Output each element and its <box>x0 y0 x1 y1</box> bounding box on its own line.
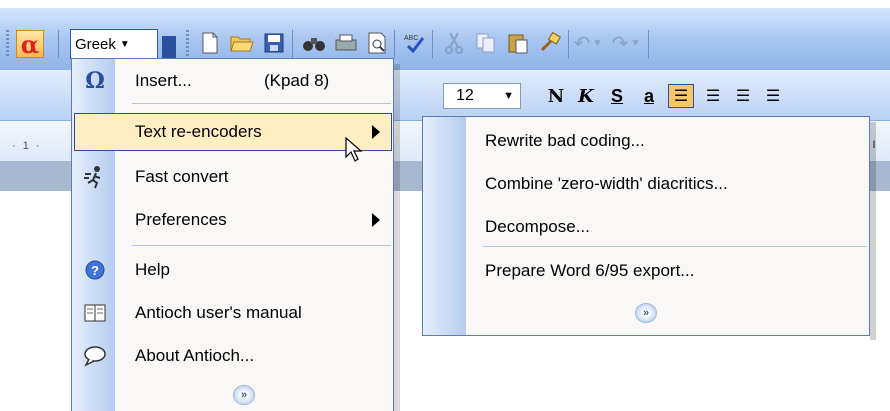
menu-separator <box>132 245 391 246</box>
submenu-arrow-icon <box>372 125 380 139</box>
paste-icon[interactable] <box>504 29 532 57</box>
antioch-menu: Ω Insert... (Kpad 8) Text re-encoders Fa… <box>71 58 394 411</box>
character-format-button[interactable]: a <box>638 83 660 109</box>
menu-item-preferences[interactable]: Preferences <box>72 199 394 241</box>
copy-icon[interactable] <box>472 29 500 57</box>
mouse-pointer-icon <box>345 137 363 162</box>
toolbar-grip[interactable] <box>6 30 9 58</box>
menu-item-label: Insert... <box>135 71 192 90</box>
submenu-item-decompose[interactable]: Decompose... <box>423 207 869 247</box>
save-icon[interactable] <box>260 29 288 57</box>
menu-item-label: Fast convert <box>135 167 229 186</box>
font-size-value: 12 <box>456 87 474 104</box>
menu-item-help[interactable]: ? Help <box>72 249 394 291</box>
bold-button[interactable]: N <box>545 83 567 109</box>
toolbar-grip[interactable] <box>186 30 189 58</box>
menu-item-label: Text re-encoders <box>135 122 262 141</box>
language-value: Greek <box>75 35 116 53</box>
antioch-alpha-button[interactable]: α <box>16 29 44 59</box>
expand-menu-icon[interactable]: » <box>233 385 255 405</box>
submenu-item-combine-diacritics[interactable]: Combine 'zero-width' diacritics... <box>423 164 869 204</box>
font-size-dropdown[interactable]: 12 ▼ <box>443 83 521 109</box>
toolbar-separator <box>292 30 293 58</box>
submenu-shadow <box>870 122 876 340</box>
align-center-button[interactable]: ☰ <box>700 84 726 108</box>
submenu-item-word-export[interactable]: Prepare Word 6/95 export... <box>423 251 869 291</box>
book-icon <box>78 292 112 334</box>
italic-button[interactable]: K <box>575 83 597 109</box>
language-dropdown[interactable]: Greek ▼ <box>70 29 158 59</box>
undo-icon[interactable]: ↶ ▼ <box>574 29 603 57</box>
text-re-encoders-submenu: Rewrite bad coding... Combine 'zero-widt… <box>422 116 870 336</box>
dropdown-arrow-icon: ▼ <box>503 90 514 102</box>
print-preview-icon[interactable] <box>364 29 392 57</box>
dropdown-arrow-icon: ▼ <box>119 38 130 50</box>
menu-item-shortcut: (Kpad 8) <box>264 71 330 90</box>
menu-item-label: Decompose... <box>485 217 590 236</box>
spelling-check-icon[interactable]: ABC <box>400 29 428 57</box>
toolbar-options-icon[interactable] <box>162 36 176 58</box>
align-right-button[interactable]: ☰ <box>730 84 756 108</box>
new-document-icon[interactable] <box>196 29 224 57</box>
toolbar-separator <box>432 30 433 58</box>
format-painter-icon[interactable] <box>536 29 564 57</box>
align-left-button[interactable]: ☰ <box>668 84 694 108</box>
menu-item-label: About Antioch... <box>135 346 255 365</box>
menu-item-label: Rewrite bad coding... <box>485 131 645 150</box>
redo-icon[interactable]: ↷ ▼ <box>612 29 641 57</box>
menu-item-insert[interactable]: Ω Insert... (Kpad 8) <box>72 60 394 102</box>
expand-menu-icon[interactable]: » <box>635 303 657 323</box>
omega-icon: Ω <box>85 68 105 94</box>
menu-separator <box>483 246 867 247</box>
open-folder-icon[interactable] <box>228 29 256 57</box>
menu-item-label: Prepare Word 6/95 export... <box>485 261 695 280</box>
toolbar-separator <box>648 30 649 58</box>
ruler-scale: · 1 · <box>12 140 42 152</box>
find-binoculars-icon[interactable] <box>300 29 328 57</box>
print-icon[interactable] <box>332 29 360 57</box>
menu-item-label: Preferences <box>135 210 227 229</box>
menu-item-user-manual[interactable]: Antioch user's manual <box>72 292 394 334</box>
svg-text:ABC: ABC <box>404 35 418 42</box>
menu-separator <box>132 103 391 104</box>
toolbar-separator <box>58 30 59 58</box>
toolbar-separator <box>568 30 569 58</box>
menu-item-label: Antioch user's manual <box>135 303 302 322</box>
submenu-item-rewrite-bad-coding[interactable]: Rewrite bad coding... <box>423 121 869 161</box>
speech-bubble-icon <box>78 335 112 377</box>
cut-icon[interactable] <box>440 29 468 57</box>
menu-item-label: Combine 'zero-width' diacritics... <box>485 174 728 193</box>
submenu-arrow-icon <box>372 213 380 227</box>
underline-button[interactable]: S <box>606 83 628 109</box>
help-icon: ? <box>78 249 112 291</box>
svg-text:?: ? <box>91 263 99 278</box>
menu-item-label: Help <box>135 260 170 279</box>
alpha-label: α <box>20 29 40 59</box>
toolbar-separator <box>394 30 395 58</box>
justify-button[interactable]: ☰ <box>760 84 786 108</box>
running-man-icon <box>78 156 112 198</box>
menu-item-about[interactable]: About Antioch... <box>72 335 394 377</box>
menu-shadow <box>394 64 400 411</box>
window-top-edge <box>0 0 890 8</box>
